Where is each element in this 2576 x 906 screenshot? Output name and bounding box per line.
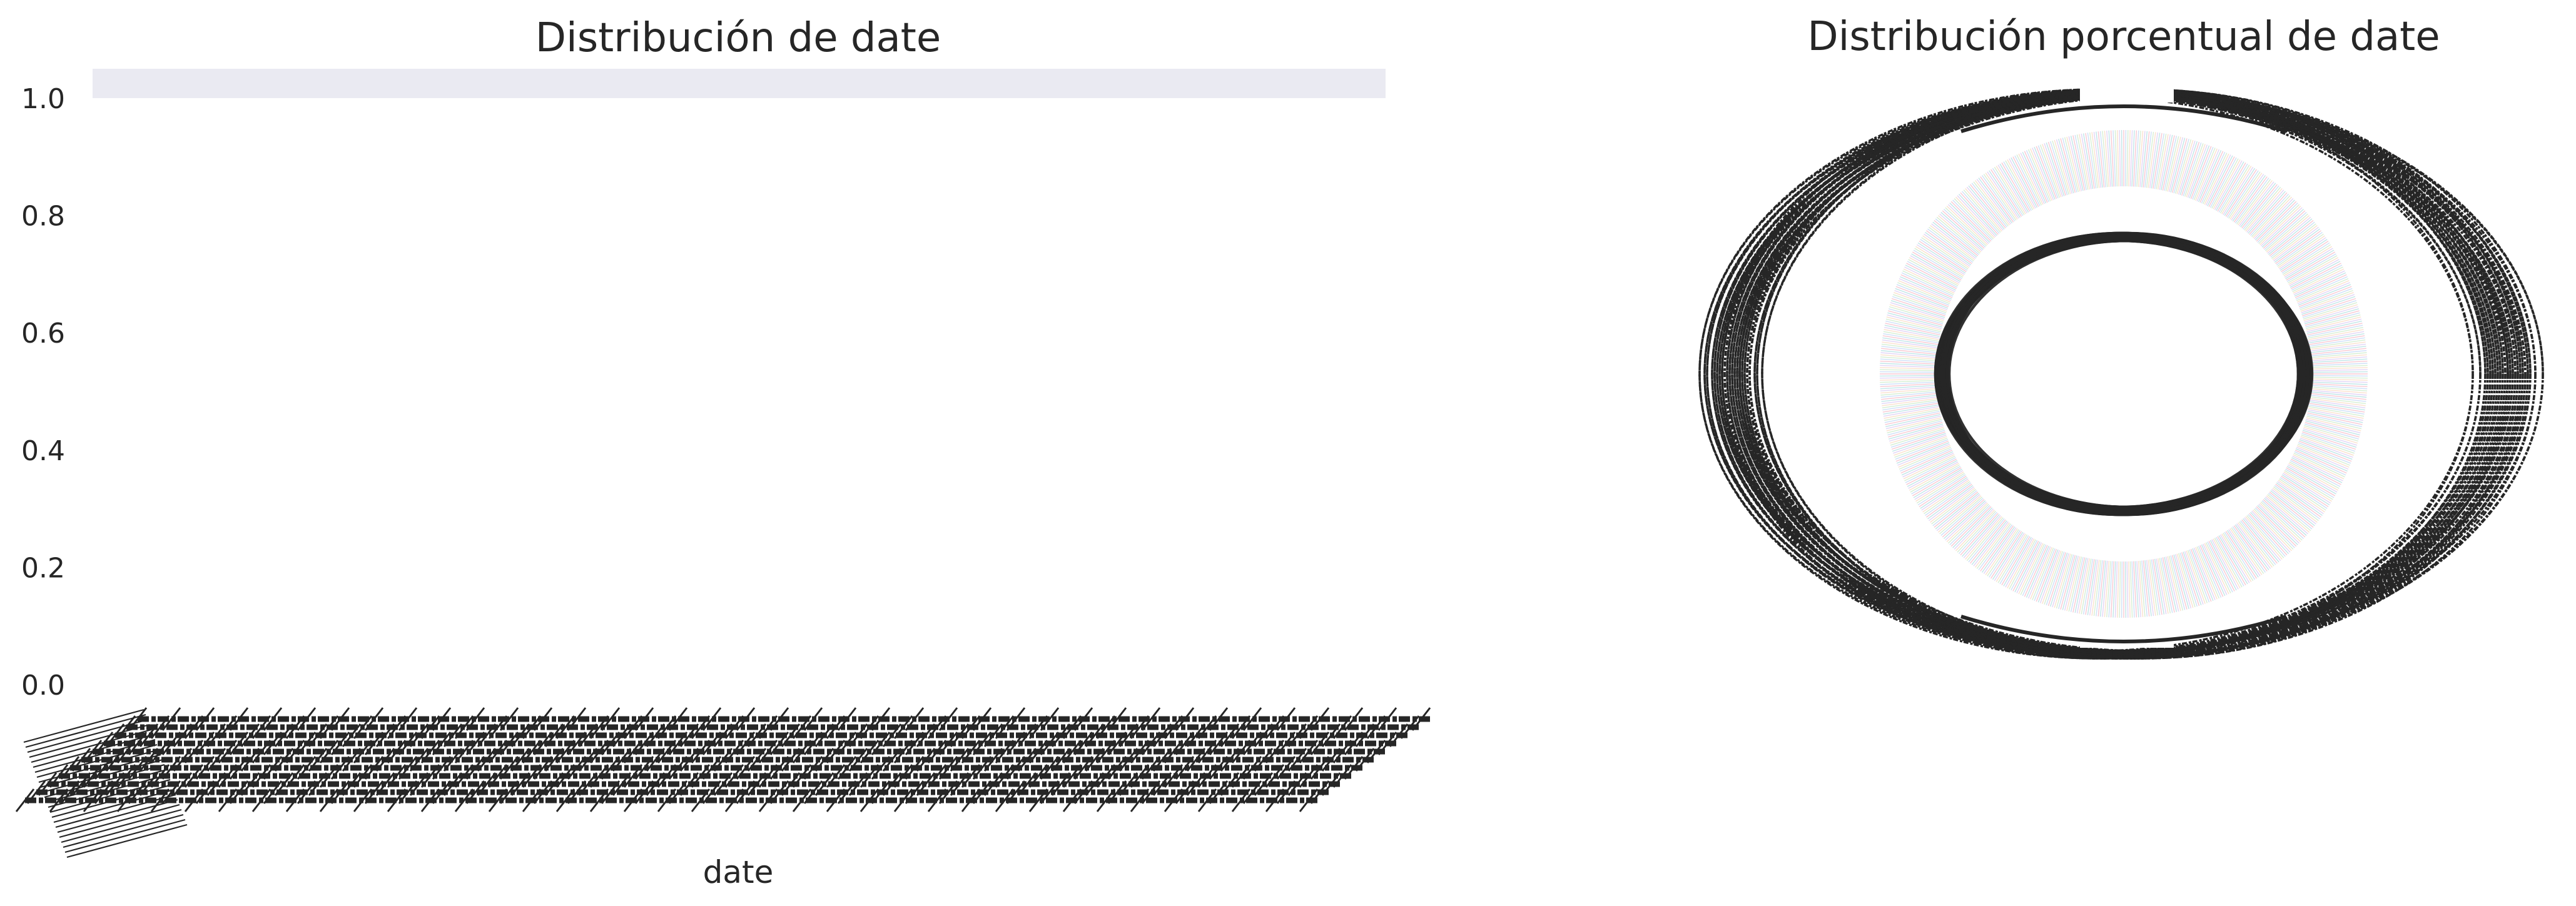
y-tick-label: 0.8: [21, 201, 65, 233]
y-tick-label: 1.0: [21, 83, 65, 115]
figure: Distribución de date 0.00.20.40.60.81.0 …: [0, 0, 2576, 906]
pie-center-hole: [1978, 248, 2269, 500]
pie-chart-title: Distribución porcentual de date: [1807, 14, 2440, 60]
bar-date: [93, 69, 1386, 98]
pie-slice: [2311, 371, 2368, 373]
pie-slice: [1880, 371, 1937, 373]
y-tick-label: 0.0: [21, 670, 65, 702]
y-tick-label: 0.2: [21, 552, 65, 584]
y-tick-label: 0.4: [21, 435, 65, 467]
pie-top-gap: [2080, 88, 2174, 103]
y-tick-label: 0.6: [21, 318, 65, 350]
bar-chart-title: Distribución de date: [535, 15, 941, 61]
x-axis-label: date: [703, 854, 774, 890]
